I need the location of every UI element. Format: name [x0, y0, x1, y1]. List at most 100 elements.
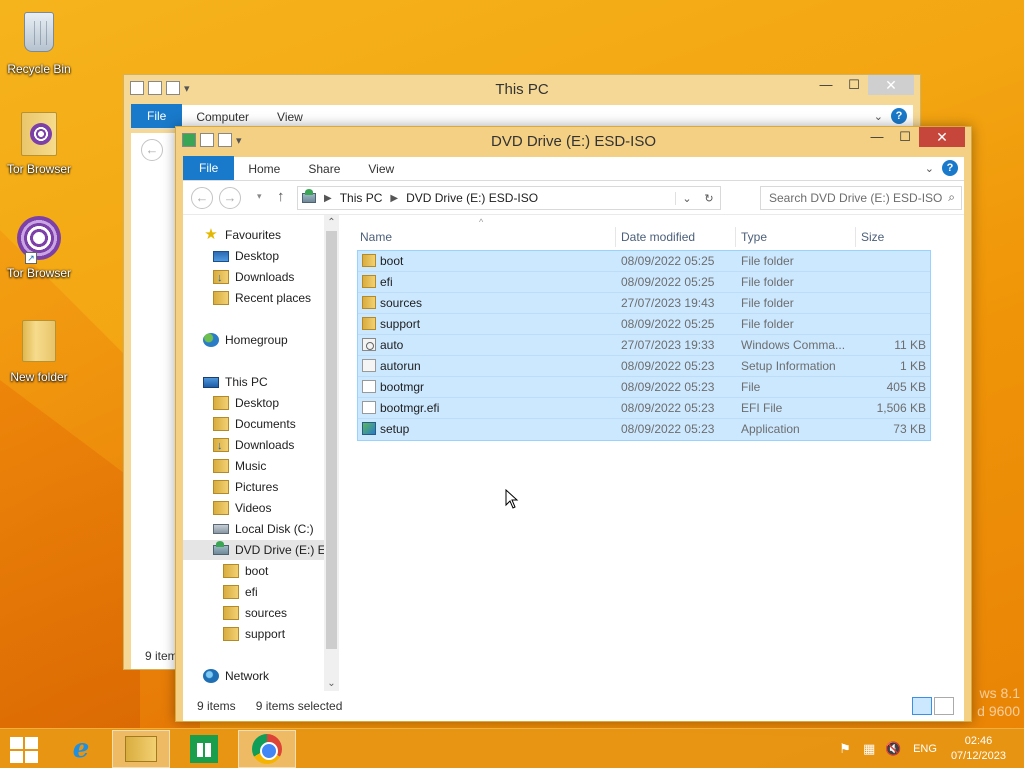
title-bar[interactable]: ▾ DVD Drive (E:) ESD-ISO — ☐ ✕ — [176, 127, 971, 157]
details-view-icon[interactable] — [912, 697, 932, 715]
nav-label: Music — [235, 459, 267, 473]
tab-view[interactable]: View — [354, 158, 408, 180]
column-divider[interactable] — [855, 227, 856, 247]
tab-home[interactable]: Home — [234, 158, 294, 180]
nav-item-desktop[interactable]: Desktop — [213, 246, 279, 266]
tab-file[interactable]: File — [131, 104, 183, 128]
volume-muted-icon[interactable]: 🔇 — [881, 741, 905, 757]
start-button-windows-icon[interactable] — [10, 737, 38, 763]
nav-item-pictures[interactable]: Pictures — [213, 477, 278, 497]
network-icon[interactable]: ▦ — [857, 741, 881, 757]
desktop-icon-new-folder[interactable]: New folder — [1, 320, 77, 384]
column-header-name[interactable]: Name — [360, 227, 392, 247]
file-row-auto[interactable]: auto 27/07/2023 19:33 Windows Comma... 1… — [358, 335, 930, 356]
maximize-button[interactable]: ☐ — [840, 75, 868, 95]
tab-view[interactable]: View — [263, 106, 317, 128]
up-arrow-icon[interactable]: ↑ — [277, 188, 285, 205]
column-header-size[interactable]: Size — [861, 227, 884, 247]
nav-item-boot[interactable]: boot — [223, 561, 268, 581]
taskbar-chrome[interactable] — [238, 730, 296, 768]
nav-item-downloads[interactable]: Downloads — [213, 267, 294, 288]
file-name: boot — [380, 254, 404, 268]
breadcrumb-separator-icon[interactable]: ▶ — [390, 193, 398, 204]
navigation-pane[interactable]: ★ Favourites Desktop Downloads Recent pl… — [183, 215, 339, 691]
refresh-icon[interactable]: ↻ — [698, 192, 720, 205]
minimize-button[interactable]: — — [812, 75, 840, 95]
nav-item-documents[interactable]: Documents — [213, 414, 296, 434]
desktop-icon-tor-browser-folder[interactable]: Tor Browser — [1, 112, 77, 176]
file-row-autorun[interactable]: autorun 08/09/2022 05:23 Setup Informati… — [358, 356, 930, 377]
minimize-button[interactable]: — — [863, 127, 891, 147]
file-row-support[interactable]: support 08/09/2022 05:25 File folder — [358, 314, 930, 335]
column-header-type[interactable]: Type — [741, 227, 767, 247]
desktop-icon-recycle-bin[interactable]: Recycle Bin — [1, 8, 77, 76]
folder-icon — [362, 275, 376, 288]
nav-item-recent-places[interactable]: Recent places — [213, 288, 311, 308]
breadcrumb-dvd-drive[interactable]: DVD Drive (E:) ESD-ISO — [406, 191, 538, 205]
videos-icon — [213, 501, 229, 515]
back-arrow-icon[interactable]: ← — [191, 187, 213, 209]
file-row-bootmgr[interactable]: bootmgr 08/09/2022 05:23 File 405 KB — [358, 377, 930, 398]
tab-computer[interactable]: Computer — [182, 106, 263, 128]
column-divider[interactable] — [735, 227, 736, 247]
close-button[interactable]: ✕ — [868, 75, 914, 95]
title-bar[interactable]: ▾ This PC — ☐ ✕ — [124, 75, 920, 105]
help-icon[interactable]: ? — [942, 160, 958, 176]
nav-item-pc-downloads[interactable]: Downloads — [213, 435, 294, 456]
nav-item-this-pc[interactable]: This PC — [203, 372, 268, 392]
large-icons-view-icon[interactable] — [934, 697, 954, 715]
nav-item-network[interactable]: Network — [203, 666, 269, 686]
column-divider[interactable] — [615, 227, 616, 247]
taskbar-store[interactable] — [175, 730, 233, 768]
file-name: efi — [380, 275, 393, 289]
nav-scrollbar[interactable]: ⌃ ⌄ — [324, 215, 339, 691]
nav-item-favourites[interactable]: ★ Favourites — [203, 225, 281, 245]
action-center-flag-icon[interactable]: ⚑ — [833, 741, 857, 757]
forward-arrow-icon[interactable]: → — [219, 187, 241, 209]
tab-share[interactable]: Share — [294, 158, 354, 180]
nav-item-music[interactable]: Music — [213, 456, 266, 476]
scrollbar-thumb[interactable] — [326, 231, 337, 649]
breadcrumb-this-pc[interactable]: This PC — [340, 191, 383, 205]
search-input[interactable]: Search DVD Drive (E:) ESD-ISO ⌕ — [760, 186, 962, 210]
address-dropdown-icon[interactable]: ⌄ — [676, 192, 698, 205]
system-tray: ⚑ ▦ 🔇 ENG 02:46 07/12/2023 — [833, 729, 1024, 768]
scroll-up-icon[interactable]: ⌃ — [324, 217, 339, 228]
back-arrow-icon[interactable]: ← — [141, 139, 163, 161]
close-button[interactable]: ✕ — [919, 127, 965, 147]
taskbar-internet-explorer[interactable]: e — [52, 730, 110, 768]
nav-item-homegroup[interactable]: Homegroup — [203, 330, 288, 350]
taskbar-file-explorer[interactable] — [112, 730, 170, 768]
recent-locations-icon[interactable]: ▾ — [257, 191, 262, 202]
column-header-date-modified[interactable]: Date modified — [621, 227, 695, 247]
scroll-down-icon[interactable]: ⌄ — [324, 678, 339, 689]
nav-item-efi[interactable]: efi — [223, 582, 258, 602]
file-row-efi[interactable]: efi 08/09/2022 05:25 File folder — [358, 272, 930, 293]
expand-ribbon-icon[interactable]: ⌄ — [925, 162, 934, 175]
nav-item-dvd-drive[interactable]: DVD Drive (E:) ES — [183, 540, 334, 560]
file-row-boot[interactable]: boot 08/09/2022 05:25 File folder — [358, 251, 930, 272]
input-language[interactable]: ENG — [913, 743, 937, 755]
search-icon[interactable]: ⌕ — [948, 190, 955, 205]
file-row-bootmgr-efi[interactable]: bootmgr.efi 08/09/2022 05:23 EFI File 1,… — [358, 398, 930, 419]
file-date: 08/09/2022 05:23 — [621, 380, 715, 394]
nav-item-local-disk[interactable]: Local Disk (C:) — [213, 519, 314, 539]
tab-file[interactable]: File — [183, 156, 235, 180]
file-type: Windows Comma... — [741, 338, 846, 352]
file-row-sources[interactable]: sources 27/07/2023 19:43 File folder — [358, 293, 930, 314]
nav-item-sources[interactable]: sources — [223, 603, 287, 623]
nav-item-videos[interactable]: Videos — [213, 498, 271, 518]
nav-label: Favourites — [225, 228, 282, 242]
maximize-button[interactable]: ☐ — [891, 127, 919, 147]
breadcrumb-separator-icon[interactable]: ▶ — [324, 193, 332, 204]
help-icon[interactable]: ? — [891, 108, 907, 124]
dvd-drive-window[interactable]: ▾ DVD Drive (E:) ESD-ISO — ☐ ✕ File Home… — [175, 126, 972, 722]
clock[interactable]: 02:46 07/12/2023 — [951, 734, 1006, 764]
file-list[interactable]: ^ Name Date modified Type Size boot 08/0… — [353, 215, 964, 691]
address-bar[interactable]: ▶ This PC ▶ DVD Drive (E:) ESD-ISO ⌄ ↻ — [297, 186, 721, 210]
nav-item-pc-desktop[interactable]: Desktop — [213, 393, 279, 413]
expand-ribbon-icon[interactable]: ⌄ — [874, 110, 883, 123]
desktop-icon-tor-browser[interactable]: ↗ Tor Browser — [1, 216, 77, 280]
nav-item-support[interactable]: support — [223, 624, 285, 644]
file-row-setup[interactable]: setup 08/09/2022 05:23 Application 73 KB — [358, 419, 930, 440]
